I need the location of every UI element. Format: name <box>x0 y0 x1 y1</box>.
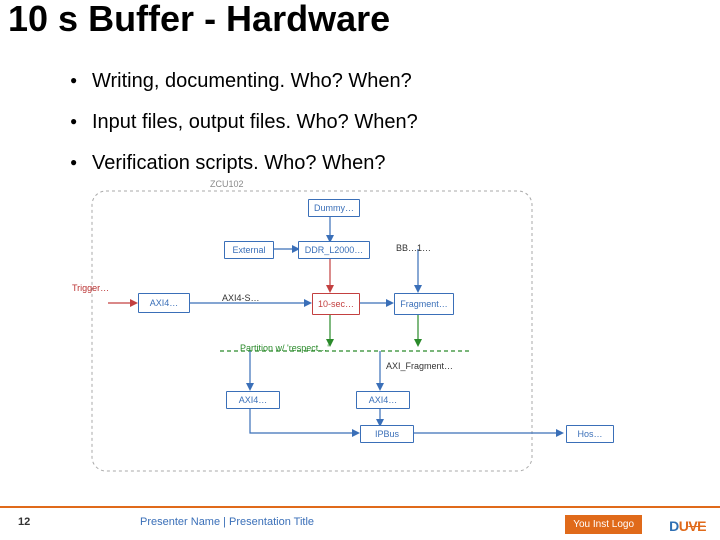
box-ddr: DDR_L2000… <box>298 241 370 259</box>
box-axi-bl: AXI4… <box>226 391 280 409</box>
footer-divider <box>0 506 720 508</box>
label-axi-fragment: AXI_Fragment… <box>386 361 453 371</box>
logo-letter: D <box>669 518 679 534</box>
list-item: Writing, documenting. Who? When? <box>70 68 418 95</box>
box-dummy: Dummy… <box>308 199 360 217</box>
label-bb: BB…1… <box>396 243 431 253</box>
label-trigger: Trigger… <box>72 283 109 293</box>
box-host: Hos… <box>566 425 614 443</box>
logo-letter: U <box>679 518 689 534</box>
institution-logo-placeholder: You Inst Logo <box>565 515 642 534</box>
box-external: External <box>224 241 274 259</box>
logo-letter: VE <box>688 518 706 534</box>
list-item: Input files, output files. Who? When? <box>70 109 418 136</box>
architecture-diagram: ZCU102 <box>90 175 630 475</box>
dune-logo: DUVE <box>669 518 706 534</box>
list-item: Verification scripts. Who? When? <box>70 150 418 177</box>
box-axi-br: AXI4… <box>356 391 410 409</box>
bullet-list: Writing, documenting. Who? When? Input f… <box>30 68 418 191</box>
box-tensec: 10-sec… <box>312 293 360 315</box>
svg-text:ZCU102: ZCU102 <box>210 179 244 189</box>
box-axi-left: AXI4… <box>138 293 190 313</box>
page-number: 12 <box>18 516 30 528</box>
slide-title: 10 s Buffer - Hardware <box>8 0 390 40</box>
label-axi4s: AXI4-S… <box>222 293 260 303</box>
box-ipbus: IPBus <box>360 425 414 443</box>
label-partition: Partition w/ 'respect…' <box>240 343 329 353</box>
box-fragment: Fragment… <box>394 293 454 315</box>
footer-text: Presenter Name | Presentation Title <box>140 516 314 528</box>
